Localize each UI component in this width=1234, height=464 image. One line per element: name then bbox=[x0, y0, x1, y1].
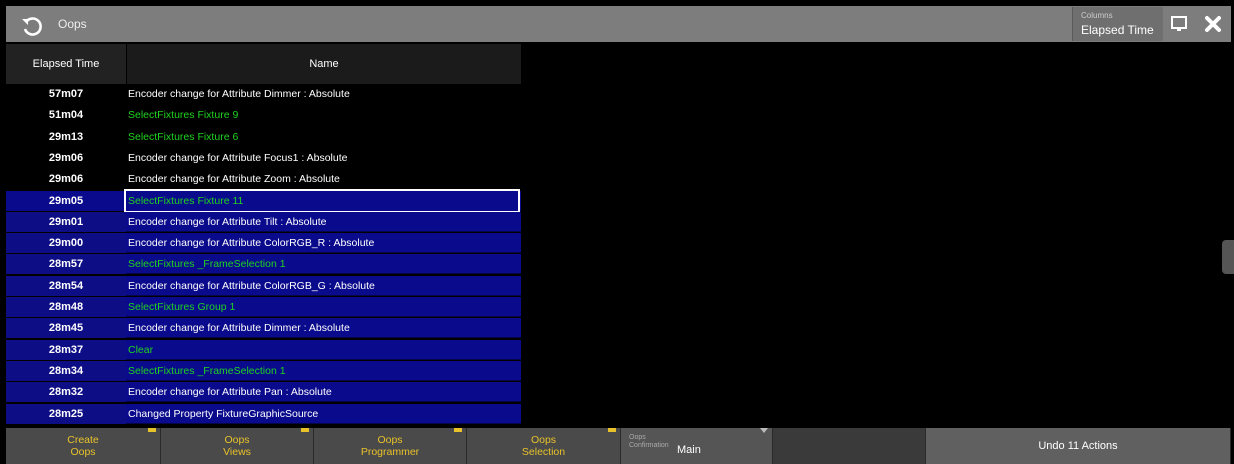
name-cell: Encoder change for Attribute Focus1 : Ab… bbox=[128, 151, 348, 164]
name-cell: Encoder change for Attribute Zoom : Abso… bbox=[128, 173, 340, 186]
indicator-tick bbox=[148, 428, 156, 432]
side-drag-handle[interactable] bbox=[1222, 240, 1234, 274]
elapsed-time-cell: 28m25 bbox=[6, 403, 126, 424]
oops-views-label: Oops Views bbox=[223, 434, 251, 458]
elapsed-time-cell: 51m04 bbox=[48, 109, 84, 122]
oops-programmer-label: Oops Programmer bbox=[360, 434, 420, 458]
monitor-icon bbox=[1171, 16, 1187, 31]
table-row[interactable]: 28m54 Encoder change for Attribute ColorR… bbox=[6, 275, 521, 296]
undo-actions-button[interactable]: Undo 11 Actions bbox=[926, 428, 1231, 464]
table-row[interactable]: 28m45 Encoder change for Attribute Dimmer… bbox=[6, 318, 521, 339]
table-row[interactable]: 57m07 Encoder change for Attribute Dimmer… bbox=[6, 84, 521, 104]
table-row[interactable]: 28m57 SelectFixtures _FrameSelection 1 bbox=[6, 254, 521, 275]
table-row[interactable]: 29m00 Encoder change for Attribute ColorR… bbox=[6, 233, 521, 254]
table-row[interactable]: 29m06 Encoder change for Attribute Focus1… bbox=[6, 147, 521, 168]
confirmation-value: Main bbox=[677, 444, 701, 456]
elapsed-time-cell: 28m45 bbox=[6, 318, 126, 339]
bottom-toolbar: Create Oops Oops Views Oops Programmer Oops… bbox=[6, 428, 1231, 464]
table-row[interactable]: 29m06 Encoder change for Attribute Zoom :… bbox=[6, 169, 521, 190]
table-row[interactable]: 29m13 SelectFixtures Fixture 6 bbox=[6, 126, 521, 147]
elapsed-time-cell: 29m00 bbox=[6, 233, 126, 254]
window-title: Oops bbox=[58, 17, 87, 31]
name-cell: SelectFixtures Fixture 6 bbox=[128, 130, 239, 143]
title-bar: Oops Columns Elapsed Time bbox=[6, 6, 1231, 42]
name-cell: Encoder change for Attribute Tilt : Abso… bbox=[128, 215, 327, 228]
table-row[interactable]: 28m37 Clear bbox=[6, 339, 521, 360]
name-cell: Encoder change for Attribute ColorRGB_R … bbox=[128, 237, 375, 250]
elapsed-time-cell: 28m48 bbox=[6, 297, 126, 317]
elapsed-time-cell: 29m01 bbox=[6, 211, 126, 232]
column-header-name[interactable]: Name bbox=[127, 44, 521, 84]
elapsed-time-cell: 29m06 bbox=[48, 151, 84, 164]
create-oops-button[interactable]: Create Oops bbox=[6, 428, 161, 464]
columns-selector[interactable]: Columns Elapsed Time bbox=[1072, 7, 1163, 41]
name-cell: SelectFixtures Group 1 bbox=[128, 301, 236, 313]
name-cell: SelectFixtures Fixture 11 bbox=[124, 188, 520, 213]
name-cell: Clear bbox=[128, 343, 154, 356]
undo-icon[interactable] bbox=[20, 14, 44, 38]
oops-selection-button[interactable]: Oops Selection bbox=[467, 428, 621, 464]
name-cell: SelectFixtures _FrameSelection 1 bbox=[128, 364, 286, 377]
elapsed-time-cell: 28m57 bbox=[6, 254, 126, 275]
table-row[interactable]: 51m04 SelectFixtures Fixture 9 bbox=[6, 105, 521, 126]
elapsed-time-cell: 28m54 bbox=[6, 275, 126, 296]
elapsed-time-cell: 29m05 bbox=[48, 194, 84, 207]
create-oops-label: Create Oops bbox=[67, 434, 99, 458]
table-row[interactable]: 29m01 Encoder change for Attribute Tilt :… bbox=[6, 211, 521, 232]
elapsed-time-cell: 57m07 bbox=[48, 88, 84, 100]
elapsed-time-cell: 28m37 bbox=[6, 339, 126, 360]
elapsed-time-cell: 29m06 bbox=[48, 173, 84, 186]
name-cell: Encoder change for Attribute Dimmer : Ab… bbox=[128, 322, 350, 335]
oops-confirmation-selector[interactable]: Oops Confirmation Main bbox=[621, 428, 773, 464]
column-header-elapsed-time[interactable]: Elapsed Time bbox=[6, 44, 126, 84]
elapsed-time-cell: 28m32 bbox=[6, 382, 126, 403]
monitor-button[interactable] bbox=[1164, 7, 1194, 41]
table-row[interactable]: 28m34 SelectFixtures _FrameSelection 1 bbox=[6, 360, 521, 381]
columns-value: Elapsed Time bbox=[1081, 23, 1154, 37]
name-cell: Encoder change for Attribute ColorRGB_G … bbox=[128, 279, 375, 292]
name-cell: Changed Property FixtureGraphicSource bbox=[128, 407, 319, 420]
indicator-tick bbox=[454, 428, 462, 432]
confirmation-caption: Oops Confirmation bbox=[629, 434, 669, 449]
name-cell: SelectFixtures _FrameSelection 1 bbox=[128, 258, 286, 271]
table-row[interactable]: 29m05 SelectFixtures Fixture 11 bbox=[6, 188, 521, 213]
table-row[interactable]: 28m25 Changed Property FixtureGraphicSour… bbox=[6, 403, 521, 424]
name-cell: Encoder change for Attribute Pan : Absol… bbox=[128, 386, 332, 399]
indicator-tick bbox=[608, 428, 616, 432]
name-cell: Encoder change for Attribute Dimmer : Ab… bbox=[128, 88, 350, 100]
empty-slot bbox=[773, 428, 926, 464]
indicator-tick bbox=[301, 428, 309, 432]
dropdown-arrow-icon bbox=[760, 428, 768, 433]
close-button[interactable] bbox=[1196, 7, 1230, 41]
table-row[interactable]: 28m32 Encoder change for Attribute Pan : … bbox=[6, 382, 521, 403]
elapsed-time-cell: 29m13 bbox=[48, 130, 84, 143]
name-cell: SelectFixtures Fixture 9 bbox=[128, 109, 239, 122]
elapsed-time-cell: 28m34 bbox=[6, 360, 126, 381]
close-icon bbox=[1205, 16, 1221, 32]
oops-views-button[interactable]: Oops Views bbox=[161, 428, 314, 464]
columns-label: Columns bbox=[1081, 11, 1113, 20]
oops-selection-label: Oops Selection bbox=[521, 434, 566, 458]
oops-programmer-button[interactable]: Oops Programmer bbox=[314, 428, 467, 464]
table-row[interactable]: 28m48 SelectFixtures Group 1 bbox=[6, 297, 521, 317]
